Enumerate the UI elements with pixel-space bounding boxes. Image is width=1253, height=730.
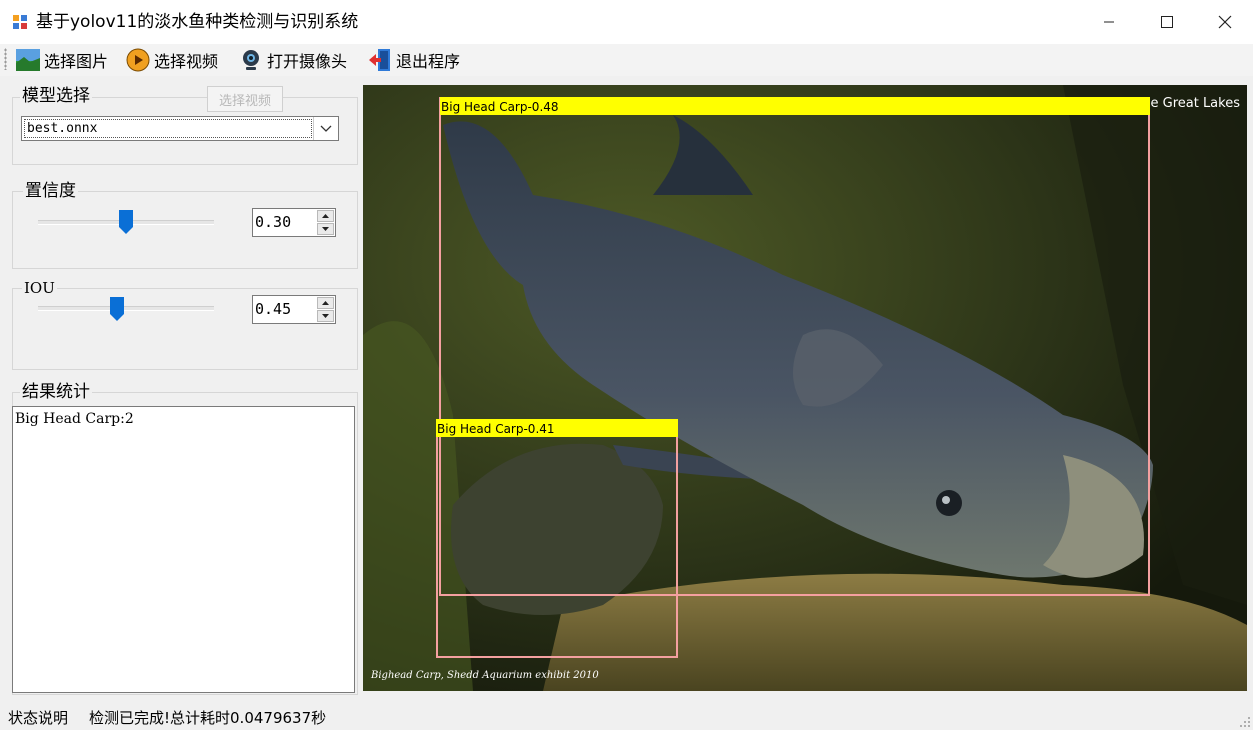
corner-watermark: e Great Lakes bbox=[1150, 96, 1240, 111]
image-display: e Great Lakes Bighead Carp, Shedd Aquari… bbox=[363, 85, 1247, 691]
results-textbox[interactable]: Big Head Carp:2 bbox=[12, 406, 355, 693]
exit-door-icon bbox=[369, 49, 390, 71]
image-icon bbox=[16, 49, 40, 71]
arrow-down-icon bbox=[322, 227, 329, 231]
status-label: 状态说明 bbox=[8, 709, 69, 727]
iou-down-button[interactable] bbox=[317, 310, 334, 322]
confidence-down-button[interactable] bbox=[317, 223, 334, 235]
close-icon bbox=[1218, 15, 1232, 29]
app-icon bbox=[13, 15, 27, 29]
iou-slider-track[interactable] bbox=[38, 306, 214, 311]
model-select[interactable]: best.onnx bbox=[21, 116, 339, 141]
minimize-button[interactable] bbox=[1086, 6, 1132, 38]
status-message: 检测已完成!总计耗时0.0479637秒 bbox=[89, 709, 327, 727]
confidence-value: 0.30 bbox=[255, 213, 292, 231]
arrow-down-icon bbox=[322, 314, 329, 318]
status-bar: 状态说明 检测已完成!总计耗时0.0479637秒 bbox=[0, 700, 1253, 730]
open-camera-label: 打开摄像头 bbox=[267, 52, 348, 71]
exit-program-button[interactable]: 退出程序 bbox=[368, 48, 460, 72]
select-image-label: 选择图片 bbox=[44, 52, 109, 71]
detection-label: Big Head Carp-0.41 bbox=[437, 422, 555, 436]
close-button[interactable] bbox=[1202, 6, 1248, 38]
arrow-up-icon bbox=[322, 214, 329, 218]
results-group-title: 结果统计 bbox=[20, 382, 92, 402]
play-icon bbox=[126, 48, 150, 72]
open-camera-button[interactable]: 打开摄像头 bbox=[239, 48, 347, 72]
results-text: Big Head Carp:2 bbox=[15, 411, 134, 427]
maximize-icon bbox=[1161, 16, 1173, 28]
iou-up-button[interactable] bbox=[317, 297, 334, 309]
confidence-slider-thumb[interactable] bbox=[119, 210, 133, 234]
confidence-up-button[interactable] bbox=[317, 210, 334, 222]
detection-image: e Great Lakes Bighead Carp, Shedd Aquari… bbox=[363, 85, 1247, 691]
title-bar: 基于yolov11的淡水鱼种类检测与识别系统 bbox=[0, 0, 1253, 44]
confidence-group-title: 置信度 bbox=[23, 181, 78, 201]
arrow-up-icon bbox=[322, 301, 329, 305]
image-caption: Bighead Carp, Shedd Aquarium exhibit 201… bbox=[370, 670, 599, 681]
exit-program-label: 退出程序 bbox=[396, 52, 461, 71]
model-group-title: 模型选择 bbox=[20, 86, 92, 106]
detection-label: Big Head Carp-0.48 bbox=[441, 100, 559, 114]
iou-slider-thumb[interactable] bbox=[110, 297, 125, 321]
iou-spinbox[interactable]: 0.45 bbox=[252, 295, 336, 324]
minimize-icon bbox=[1104, 21, 1114, 23]
maximize-button[interactable] bbox=[1144, 6, 1190, 38]
combo-dropdown-button[interactable] bbox=[313, 117, 338, 140]
confidence-spinbox[interactable]: 0.30 bbox=[252, 208, 336, 237]
window-title: 基于yolov11的淡水鱼种类检测与识别系统 bbox=[36, 12, 359, 32]
webcam-icon bbox=[243, 50, 259, 70]
model-select-value: best.onnx bbox=[24, 119, 312, 138]
tooltip: 选择视频 bbox=[207, 86, 283, 112]
select-video-label: 选择视频 bbox=[154, 52, 219, 71]
iou-value: 0.45 bbox=[255, 300, 292, 318]
chevron-down-icon bbox=[320, 125, 332, 132]
resize-grip-icon[interactable] bbox=[1239, 716, 1251, 728]
toolbar-grip[interactable] bbox=[4, 48, 7, 70]
iou-group-title: IOU bbox=[22, 278, 57, 298]
toolbar: 选择图片 选择视频 打开摄像头 退出程序 bbox=[0, 44, 1253, 76]
select-image-button[interactable]: 选择图片 bbox=[16, 48, 108, 72]
select-video-button[interactable]: 选择视频 bbox=[126, 48, 218, 72]
